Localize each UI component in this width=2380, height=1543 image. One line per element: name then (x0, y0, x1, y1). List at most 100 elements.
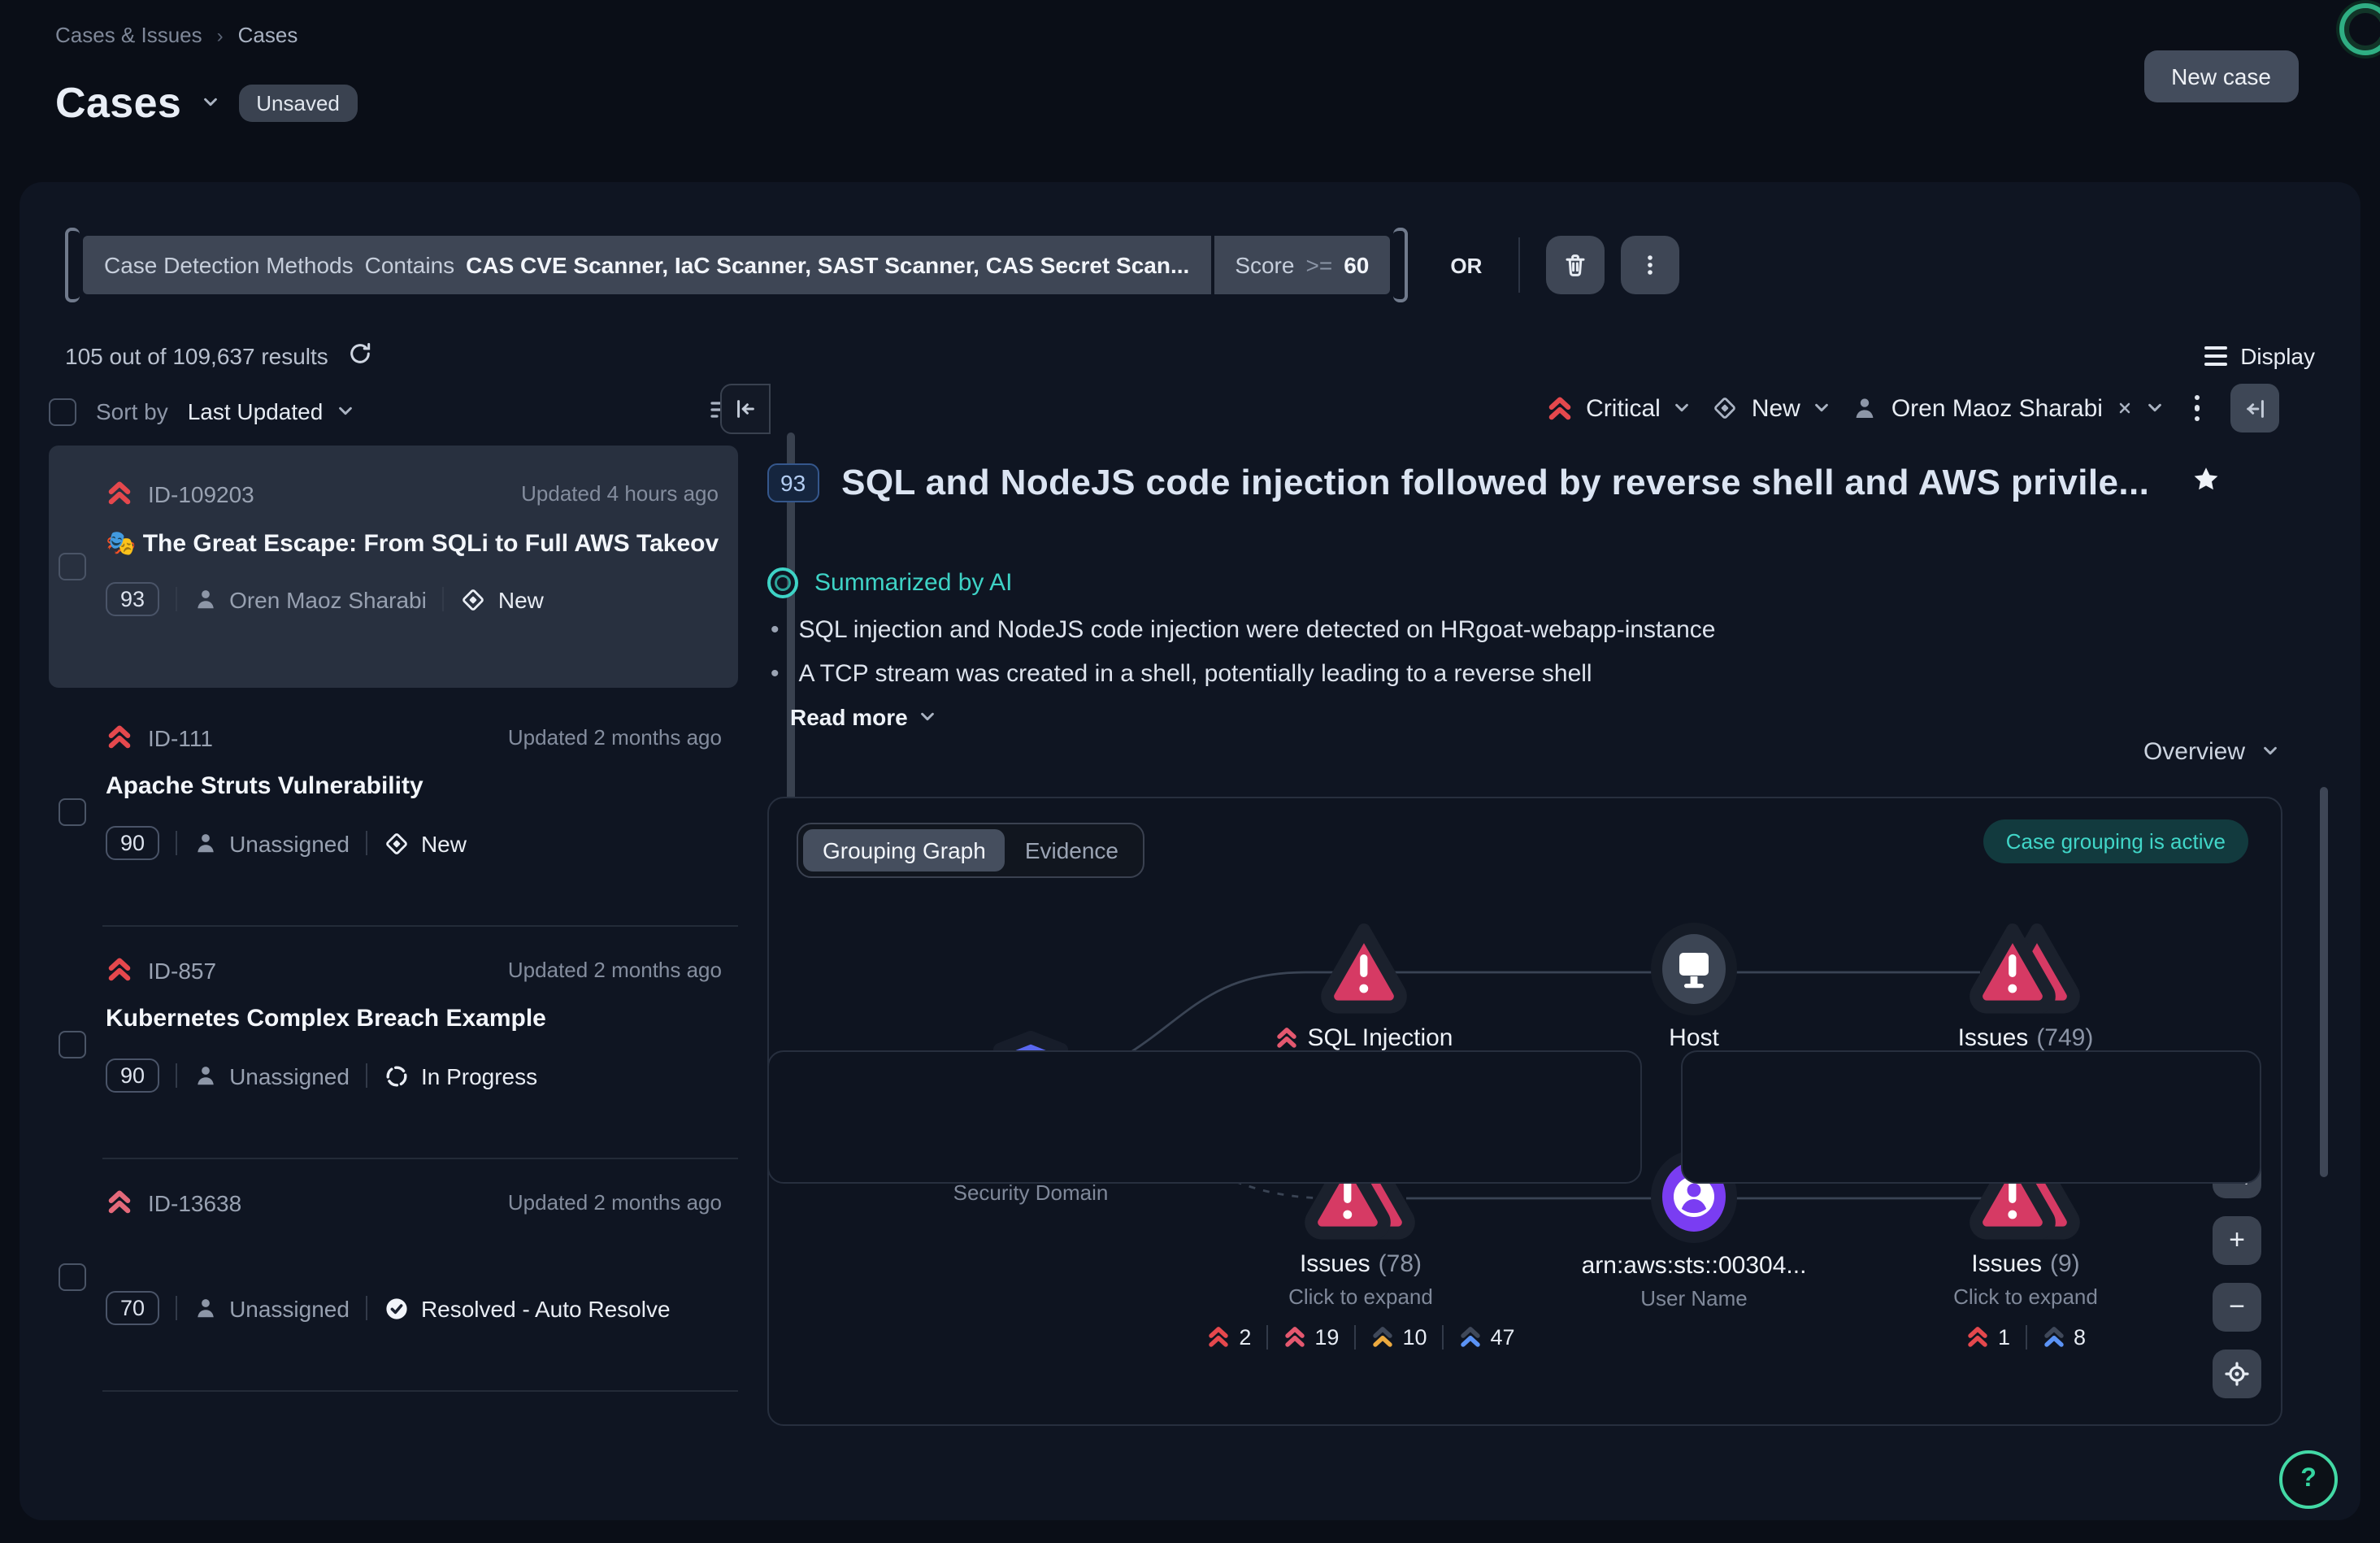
ai-bullet: A TCP stream was created in a shell, pot… (799, 652, 1592, 696)
breadcrumb-root[interactable]: Cases & Issues (55, 23, 202, 47)
filter-bar: Case Detection MethodsContainsCAS CVE Sc… (65, 231, 2315, 299)
person-icon (193, 1296, 218, 1320)
ai-ring-icon (767, 567, 798, 598)
status-dropdown[interactable]: New (1713, 394, 1831, 422)
case-score-badge: 93 (767, 463, 819, 502)
breadcrumb-current[interactable]: Cases (238, 23, 298, 47)
case-id: ID-109203 (148, 480, 254, 506)
graph-node-host[interactable]: Host (1531, 922, 1857, 1052)
filter-more-options-button[interactable] (1620, 236, 1679, 294)
graph-controls: + − (2213, 1150, 2261, 1398)
overview-dropdown[interactable]: Overview (2143, 738, 2279, 766)
display-icon (2204, 341, 2227, 371)
favorite-star-icon[interactable] (2191, 464, 2221, 502)
person-icon (1852, 395, 1878, 421)
collapse-left-icon (733, 397, 758, 421)
person-icon (193, 831, 218, 855)
case-list-item[interactable]: ID-109203 Updated 4 hours ago 🎭 The Grea… (49, 446, 738, 688)
clear-assignee-icon[interactable] (2116, 394, 2132, 422)
case-checkbox[interactable] (59, 798, 86, 826)
severity-critical-icon (1545, 394, 1573, 422)
severity-critical-icon (1965, 1325, 1990, 1350)
score-badge: 90 (106, 1058, 159, 1093)
person-icon (193, 587, 218, 611)
unsaved-badge: Unsaved (238, 85, 358, 122)
severity-low-icon (1458, 1325, 1483, 1350)
case-updated: Updated 4 hours ago (521, 481, 719, 506)
case-id: ID-857 (148, 957, 216, 983)
status: New (461, 586, 544, 612)
delete-filter-button[interactable] (1545, 236, 1604, 294)
sort-value-dropdown[interactable]: Last Updated (188, 398, 354, 424)
chevron-down-icon (1674, 394, 1692, 422)
new-case-button[interactable]: New case (2143, 50, 2299, 102)
chevron-down-icon (2261, 738, 2279, 766)
title-chevron-down-icon[interactable] (201, 89, 219, 118)
case-grouping-active-badge: Case grouping is active (1983, 819, 2248, 863)
assignee-dropdown[interactable]: Oren Maoz Sharabi (1852, 394, 2163, 422)
score-badge: 70 (106, 1291, 159, 1325)
case-detail-pane: Critical New Oren Maoz Sharabi (767, 384, 2351, 1514)
ai-summary-header: Summarized by AI (767, 567, 1012, 598)
score-badge: 90 (106, 826, 159, 860)
help-button[interactable]: ? (2279, 1450, 2338, 1509)
breadcrumb: Cases & Issues › Cases (55, 23, 298, 47)
app-window: Cases & Issues › Cases Cases Unsaved New… (0, 0, 2380, 1543)
status-resolved-icon (384, 1295, 410, 1321)
filter-joiner[interactable]: OR (1450, 253, 1482, 277)
case-list-item[interactable]: ID-13638 Updated 2 months ago 70 Unassig… (49, 1163, 738, 1392)
case-more-options-button[interactable] (2184, 395, 2209, 422)
zoom-out-button[interactable]: − (2213, 1283, 2261, 1332)
severity-count-badge: 47 (1458, 1325, 1515, 1350)
case-title: 🎭 The Great Escape: From SQLi to Full AW… (106, 528, 719, 559)
ai-summary-bullets: •SQL injection and NodeJS code injection… (771, 608, 1715, 696)
case-checkbox[interactable] (59, 553, 86, 580)
severity-critical-icon (1206, 1325, 1231, 1350)
status-new-icon (1713, 395, 1739, 421)
page-scrollbar[interactable] (2320, 787, 2328, 1177)
chevron-down-icon (2145, 394, 2163, 422)
filter-chip-detection-methods[interactable]: Case Detection MethodsContainsCAS CVE Sc… (83, 236, 1210, 294)
chevron-down-icon (336, 398, 354, 424)
severity-count-badge: 10 (1370, 1325, 1427, 1350)
collapse-detail-button[interactable] (2230, 384, 2279, 432)
tab-grouping-graph[interactable]: Grouping Graph (803, 829, 1005, 871)
status: Resolved - Auto Resolve (384, 1295, 671, 1321)
kebab-menu-icon (1636, 252, 1662, 278)
case-checkbox[interactable] (59, 1263, 86, 1291)
recenter-button[interactable] (2213, 1350, 2261, 1398)
severity-medium-icon (1370, 1325, 1394, 1350)
case-checkbox[interactable] (59, 1031, 86, 1058)
case-list-item[interactable]: ID-111 Updated 2 months ago Apache Strut… (49, 698, 738, 927)
status-new-icon (384, 830, 410, 856)
status: In Progress (384, 1063, 537, 1089)
assignee: Oren Maoz Sharabi (193, 586, 427, 612)
severity-dropdown[interactable]: Critical (1545, 394, 1692, 422)
severity-critical-icon (106, 480, 133, 507)
collapse-list-button[interactable] (720, 384, 771, 434)
host-monitor-icon (1645, 922, 1743, 1016)
assignee: Unassigned (193, 830, 350, 856)
refresh-icon[interactable] (348, 341, 372, 371)
case-list-item[interactable]: ID-857 Updated 2 months ago Kubernetes C… (49, 930, 738, 1159)
zoom-in-button[interactable]: + (2213, 1216, 2261, 1265)
severity-count-badge: 2 (1206, 1325, 1251, 1350)
filter-group-open-bracket (65, 228, 80, 302)
page-title: Cases (55, 78, 181, 128)
case-id: ID-13638 (148, 1189, 241, 1215)
graph-tabs: Grouping Graph Evidence (797, 823, 1144, 878)
ai-bullet: SQL injection and NodeJS code injection … (799, 608, 1716, 652)
collapse-right-icon (2243, 396, 2267, 420)
breadcrumb-separator-icon: › (217, 24, 224, 46)
select-all-checkbox[interactable] (49, 398, 76, 425)
status-new-icon (461, 586, 487, 612)
case-id: ID-111 (148, 724, 213, 750)
bottom-card (767, 1050, 1642, 1184)
case-updated: Updated 2 months ago (508, 958, 722, 982)
tab-evidence[interactable]: Evidence (1005, 829, 1138, 871)
display-button[interactable]: Display (2204, 341, 2315, 371)
filter-chip-score[interactable]: Score>=60 (1214, 236, 1390, 294)
read-more-button[interactable]: Read more (790, 704, 937, 730)
warning-triangle-icon (1310, 919, 1418, 1016)
filter-group-close-bracket (1393, 228, 1408, 302)
